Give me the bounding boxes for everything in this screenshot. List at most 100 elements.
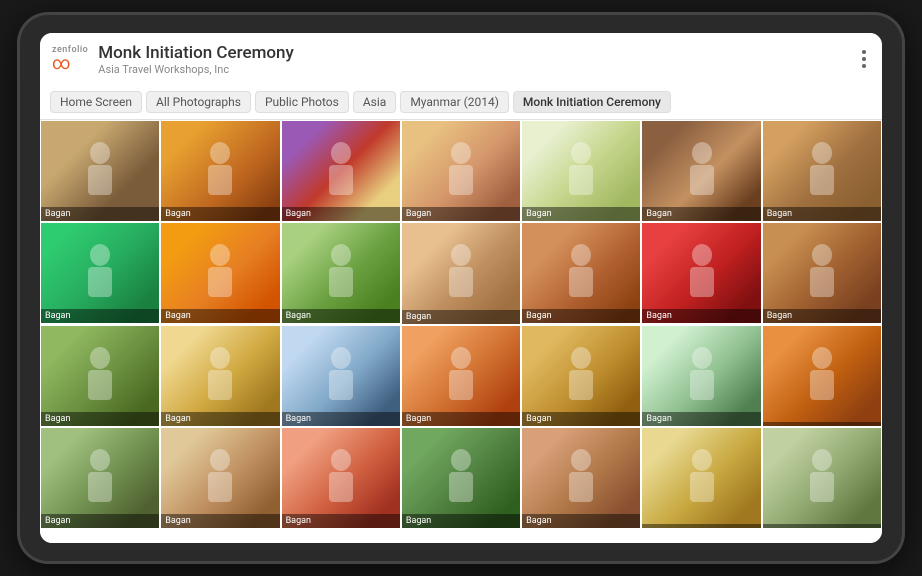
photo-label: Bagan xyxy=(642,207,760,221)
photo-label: Bagan xyxy=(161,514,279,528)
photo-thumbnail[interactable]: Bagan xyxy=(40,222,160,324)
photo-image xyxy=(402,326,520,426)
breadcrumb-all-photos[interactable]: All Photographs xyxy=(146,91,251,113)
grid-row: Bagan Bagan Bagan xyxy=(40,120,882,222)
screen: zenfolio ∞ Monk Initiation Ceremony Asia… xyxy=(40,33,882,543)
photo-image xyxy=(41,326,159,426)
photo-thumbnail[interactable]: Bagan xyxy=(160,222,280,324)
photo-image xyxy=(763,326,881,426)
photo-thumbnail[interactable]: Bagan xyxy=(762,120,882,222)
photo-label: Bagan xyxy=(402,207,520,221)
photo-thumbnail[interactable]: Bagan xyxy=(281,222,401,324)
grid-row: Bagan Bagan Bagan xyxy=(40,222,882,324)
breadcrumb-myanmar[interactable]: Myanmar (2014) xyxy=(400,91,509,113)
photo-image xyxy=(282,326,400,426)
page-title: Monk Initiation Ceremony xyxy=(98,43,294,63)
photo-label: Bagan xyxy=(402,514,520,528)
photo-image xyxy=(522,223,640,323)
photo-image xyxy=(161,223,279,323)
tablet-device: zenfolio ∞ Monk Initiation Ceremony Asia… xyxy=(20,15,902,561)
photo-thumbnail[interactable]: Bagan xyxy=(401,427,521,529)
photo-label: Bagan xyxy=(522,514,640,528)
photo-image xyxy=(41,223,159,323)
photo-image xyxy=(642,223,760,323)
photo-image xyxy=(402,121,520,221)
photo-thumbnail[interactable]: Bagan xyxy=(40,325,160,427)
dot-icon xyxy=(862,64,866,68)
photo-thumbnail[interactable]: Bagan xyxy=(281,120,401,222)
photo-thumbnail[interactable]: Bagan xyxy=(521,222,641,324)
photo-image xyxy=(642,428,760,528)
photo-label: Bagan xyxy=(41,412,159,426)
photo-image xyxy=(282,121,400,221)
photo-label: Bagan xyxy=(402,310,520,324)
photo-image xyxy=(522,428,640,528)
breadcrumb-public[interactable]: Public Photos xyxy=(255,91,349,113)
photo-label: Bagan xyxy=(402,412,520,426)
photo-thumbnail[interactable]: Bagan xyxy=(521,120,641,222)
photo-label: Bagan xyxy=(522,412,640,426)
photo-image xyxy=(161,428,279,528)
photo-image xyxy=(402,223,520,323)
photo-thumbnail[interactable]: Bagan xyxy=(401,222,521,324)
photo-image xyxy=(522,121,640,221)
zenfolio-logo: zenfolio ∞ xyxy=(52,45,88,73)
photo-thumbnail[interactable]: Bagan xyxy=(401,120,521,222)
photo-label: Bagan xyxy=(282,412,400,426)
photo-thumbnail[interactable] xyxy=(762,427,882,529)
breadcrumb-home[interactable]: Home Screen xyxy=(50,91,142,113)
photo-label xyxy=(763,524,881,528)
grid-row: Bagan Bagan Bagan xyxy=(40,427,882,529)
photo-thumbnail[interactable]: Bagan xyxy=(641,120,761,222)
photo-image xyxy=(282,223,400,323)
photo-thumbnail[interactable] xyxy=(762,325,882,427)
photo-grid: Bagan Bagan Bagan xyxy=(40,120,882,543)
photo-label: Bagan xyxy=(763,309,881,323)
photo-thumbnail[interactable]: Bagan xyxy=(641,222,761,324)
photo-thumbnail[interactable]: Bagan xyxy=(401,325,521,427)
photo-label: Bagan xyxy=(161,412,279,426)
breadcrumb-asia[interactable]: Asia xyxy=(353,91,396,113)
photo-label xyxy=(642,524,760,528)
header: zenfolio ∞ Monk Initiation Ceremony Asia… xyxy=(40,33,882,85)
photo-thumbnail[interactable]: Bagan xyxy=(281,325,401,427)
photo-image xyxy=(763,428,881,528)
photo-label: Bagan xyxy=(41,309,159,323)
photo-label: Bagan xyxy=(161,207,279,221)
breadcrumb: Home Screen All Photographs Public Photo… xyxy=(40,85,882,120)
breadcrumb-monk[interactable]: Monk Initiation Ceremony xyxy=(513,91,671,113)
photo-image xyxy=(161,326,279,426)
photo-image xyxy=(522,326,640,426)
photo-label xyxy=(763,422,881,426)
photo-label: Bagan xyxy=(282,514,400,528)
photo-thumbnail[interactable]: Bagan xyxy=(160,325,280,427)
photo-thumbnail[interactable]: Bagan xyxy=(521,427,641,529)
photo-label: Bagan xyxy=(282,207,400,221)
photo-thumbnail[interactable]: Bagan xyxy=(281,427,401,529)
photo-thumbnail[interactable]: Bagan xyxy=(521,325,641,427)
photo-thumbnail[interactable]: Bagan xyxy=(160,427,280,529)
photo-thumbnail[interactable]: Bagan xyxy=(40,427,160,529)
photo-image xyxy=(282,428,400,528)
photo-thumbnail[interactable]: Bagan xyxy=(641,325,761,427)
photo-label: Bagan xyxy=(161,309,279,323)
header-title-block: Monk Initiation Ceremony Asia Travel Wor… xyxy=(98,43,294,76)
photo-label: Bagan xyxy=(763,207,881,221)
photo-image xyxy=(41,428,159,528)
photo-thumbnail[interactable] xyxy=(641,427,761,529)
logo-infinity-icon: ∞ xyxy=(52,55,71,73)
photo-label: Bagan xyxy=(41,207,159,221)
photo-thumbnail[interactable]: Bagan xyxy=(40,120,160,222)
header-left: zenfolio ∞ Monk Initiation Ceremony Asia… xyxy=(52,43,294,76)
photo-thumbnail[interactable]: Bagan xyxy=(160,120,280,222)
photo-image xyxy=(642,121,760,221)
more-menu-button[interactable] xyxy=(858,45,870,74)
dot-icon xyxy=(862,50,866,54)
photo-thumbnail[interactable]: Bagan xyxy=(762,222,882,324)
page-subtitle: Asia Travel Workshops, Inc xyxy=(98,63,294,76)
photo-image xyxy=(642,326,760,426)
photo-image xyxy=(161,121,279,221)
photo-label: Bagan xyxy=(522,207,640,221)
dot-icon xyxy=(862,57,866,61)
grid-row: Bagan Bagan Bagan xyxy=(40,325,882,427)
